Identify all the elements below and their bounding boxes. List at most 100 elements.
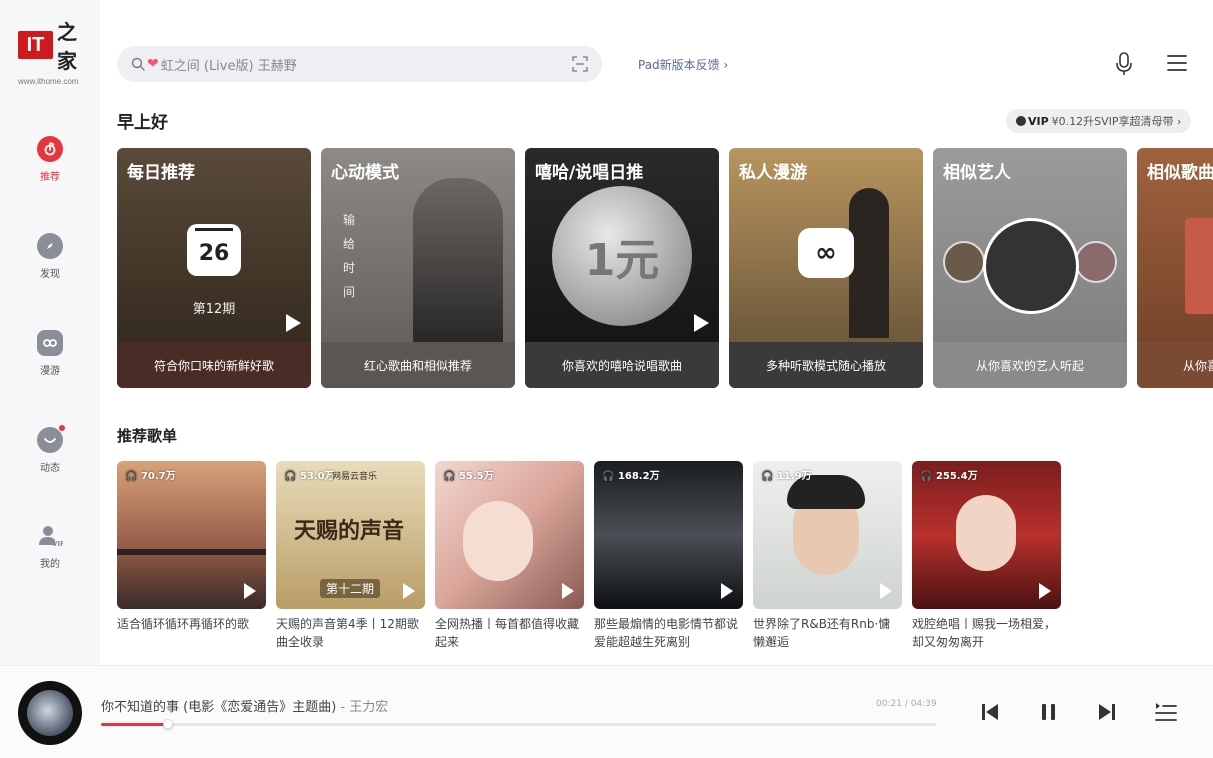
search-placeholder: 虹之间 (Live版) 王赫野	[160, 58, 297, 74]
play-icon[interactable]	[694, 314, 709, 332]
ithome-logo: IT 之家 www.ithome.com	[18, 16, 92, 86]
now-playing-disc[interactable]	[18, 681, 82, 745]
play-count-value: 53.0万	[299, 471, 335, 482]
song-title: 你不知道的事 (电影《恋爱通告》主题曲)	[101, 700, 337, 715]
sidebar-item-recommend[interactable]: 推荐	[0, 136, 100, 183]
playlist-card[interactable]: 🎧 255.4万 戏腔绝唱丨赐我一场相爱，却又匆匆离开	[912, 461, 1061, 651]
play-icon[interactable]	[880, 583, 892, 599]
playlist-title: 戏腔绝唱丨赐我一场相爱，却又匆匆离开	[912, 617, 1057, 649]
now-playing-title[interactable]: 你不知道的事 (电影《恋爱通告》主题曲) - 王力宏	[101, 696, 388, 715]
vip-disc-icon	[1016, 116, 1026, 126]
card-title: 相似艺人	[943, 163, 1011, 183]
card-private-roam[interactable]: 私人漫游 ∞ 多种听歌模式随心播放	[729, 148, 923, 388]
card-title: 相似歌曲	[1147, 163, 1213, 183]
sidebar-item-moments[interactable]: 动态	[0, 424, 100, 474]
play-icon[interactable]	[1039, 583, 1051, 599]
menu-icon[interactable]	[1167, 54, 1187, 76]
next-icon	[1099, 704, 1115, 720]
playlist-card[interactable]: 🎧 168.2万 那些最煽情的电影情节都说爱能超越生死离别	[594, 461, 743, 651]
sidebar-item-discover[interactable]: 发现	[0, 233, 100, 280]
sidebar-item-label: 我的	[40, 559, 60, 570]
play-count: 🎧 255.4万	[920, 471, 978, 482]
card-heartbeat-mode[interactable]: 心动模式 输给时间 红心歌曲和相似推荐	[321, 148, 515, 388]
play-icon[interactable]	[721, 583, 733, 599]
play-count-value: 55.5万	[458, 471, 494, 482]
main-content: ❤ 虹之间 (Live版) 王赫野 Pad新版本反馈 › 早上好 VIP ¥0.…	[100, 0, 1213, 665]
cover-issue: 第十二期	[320, 579, 381, 598]
figure-silhouette	[849, 188, 889, 338]
playlist-cover: 🎧 168.2万	[594, 461, 743, 609]
illustrated-face	[463, 501, 533, 581]
bridge-shape	[117, 549, 266, 555]
mic-icon[interactable]	[1114, 52, 1134, 80]
heart-icon: ❤	[147, 56, 159, 72]
logo-it-mark: IT	[18, 31, 53, 59]
play-count: 🎧 70.7万	[125, 471, 176, 482]
portrait-face	[956, 495, 1016, 571]
netease-note-icon	[37, 136, 63, 162]
coin-image: 1元	[552, 186, 692, 326]
playlist-cover: 🎧 255.4万	[912, 461, 1061, 609]
cover-label: 网易云音乐	[332, 472, 378, 482]
compass-icon	[37, 233, 63, 259]
progress-fill	[101, 723, 168, 726]
calendar-icon: 26	[187, 224, 241, 276]
card-subtitle: 符合你口味的新鲜好歌	[117, 342, 311, 388]
card-hiphop-daily[interactable]: 嘻哈/说唱日推 1元 你喜欢的嘻哈说唱歌曲	[525, 148, 719, 388]
playlist-card[interactable]: 🎧 55.5万 全网热播丨每首都值得收藏起来	[435, 461, 584, 651]
card-similar-songs[interactable]: 相似歌曲 从你喜	[1137, 148, 1213, 388]
artist-avatar	[943, 241, 985, 283]
previous-icon	[982, 704, 998, 720]
pause-button[interactable]	[1040, 702, 1058, 726]
notification-dot	[58, 424, 66, 432]
playlist-title: 天赐的声音第4季丨12期歌曲全收录	[276, 617, 419, 649]
playlist-queue-button[interactable]	[1155, 702, 1177, 726]
playlist-title: 那些最煽情的电影情节都说爱能超越生死离别	[594, 617, 739, 649]
play-icon[interactable]	[244, 583, 256, 599]
play-icon[interactable]	[286, 314, 301, 332]
user-vip-icon: VIP	[37, 523, 63, 549]
previous-button[interactable]	[980, 702, 1000, 726]
scan-icon[interactable]	[572, 56, 588, 72]
progress-bar[interactable]	[101, 719, 936, 729]
play-count-value: 70.7万	[140, 471, 176, 482]
card-title: 每日推荐	[127, 163, 195, 183]
search-input[interactable]: ❤ 虹之间 (Live版) 王赫野	[117, 46, 602, 82]
section-title-playlists: 推荐歌单	[117, 427, 178, 445]
play-count-value: 11.9万	[776, 471, 812, 482]
card-similar-artists[interactable]: 相似艺人 从你喜欢的艺人听起	[933, 148, 1127, 388]
card-title: 嘻哈/说唱日推	[535, 163, 644, 183]
play-count-value: 255.4万	[935, 471, 978, 482]
play-icon[interactable]	[562, 583, 574, 599]
playback-time: 00:21 / 04:39	[876, 699, 937, 709]
greeting-title: 早上好	[117, 113, 168, 133]
next-button[interactable]	[1097, 702, 1117, 726]
cover-art	[1185, 218, 1213, 314]
card-daily-recommend[interactable]: 每日推荐 26 第12期 符合你口味的新鲜好歌	[117, 148, 311, 388]
play-icon[interactable]	[403, 583, 415, 599]
song-artist: 王力宏	[349, 700, 389, 715]
playlist-title: 世界除了R&B还有Rnb·慵懒邂逅	[753, 617, 891, 649]
card-title: 心动模式	[331, 163, 399, 183]
feedback-link[interactable]: Pad新版本反馈 ›	[638, 56, 728, 73]
vertical-lyric: 输给时间	[343, 213, 356, 299]
sidebar-item-mine[interactable]: VIP 我的	[0, 523, 100, 570]
artist-avatar	[1075, 241, 1117, 283]
progress-knob[interactable]	[162, 719, 173, 729]
play-count: 🎧 53.0万	[284, 471, 335, 482]
sidebar-item-label: 动态	[40, 463, 60, 474]
feature-card-row: 每日推荐 26 第12期 符合你口味的新鲜好歌 心动模式 输给时间 红心歌曲和相…	[117, 148, 1213, 388]
play-count: 🎧 168.2万	[602, 471, 660, 482]
sidebar-item-label: 发现	[40, 269, 60, 280]
sidebar-item-roam[interactable]: 漫游	[0, 330, 100, 377]
playlist-queue-icon	[1155, 703, 1177, 721]
playlist-card[interactable]: 🎧 70.7万 适合循环循环再循环的歌	[117, 461, 266, 651]
pause-icon	[1042, 704, 1055, 720]
vip-promo-pill[interactable]: VIP ¥0.12升SVIP享超清母带 ›	[1006, 109, 1192, 133]
play-count: 🎧 11.9万	[761, 471, 812, 482]
card-subtitle: 红心歌曲和相似推荐	[321, 342, 515, 388]
card-subtitle: 从你喜	[1137, 342, 1213, 388]
playlist-card[interactable]: 🎧 11.9万 世界除了R&B还有Rnb·慵懒邂逅	[753, 461, 902, 651]
playlist-cover: 🎧 53.0万 网易云音乐 天赐的声音 第十二期	[276, 461, 425, 609]
playlist-card[interactable]: 🎧 53.0万 网易云音乐 天赐的声音 第十二期 天赐的声音第4季丨12期歌曲全…	[276, 461, 425, 651]
